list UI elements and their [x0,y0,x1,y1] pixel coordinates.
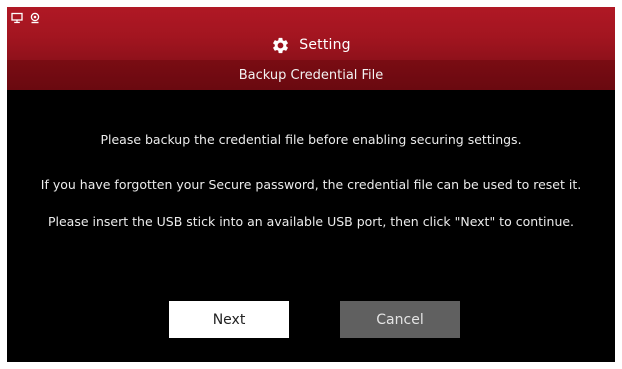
next-button-label: Next [212,311,246,328]
cancel-button[interactable]: Cancel [340,301,460,338]
header-bar: Setting [7,7,615,60]
cancel-button-label: Cancel [376,311,424,328]
monitor-icon [11,9,23,24]
next-button[interactable]: Next [169,301,289,338]
instruction-text-forgotten-password: If you have forgotten your Secure passwo… [40,177,582,192]
dialog-screen: Setting Backup Credential File Please ba… [7,7,615,362]
section-header: Backup Credential File [7,60,615,90]
webcam-icon [29,9,41,24]
instruction-text-insert-usb: Please insert the USB stick into an avai… [47,214,575,229]
header-title-row: Setting [7,33,615,57]
status-icons [11,9,41,24]
section-title: Backup Credential File [238,67,384,83]
gear-icon [271,36,290,55]
page-title: Setting [299,37,351,53]
instruction-text-backup: Please backup the credential file before… [100,132,522,147]
